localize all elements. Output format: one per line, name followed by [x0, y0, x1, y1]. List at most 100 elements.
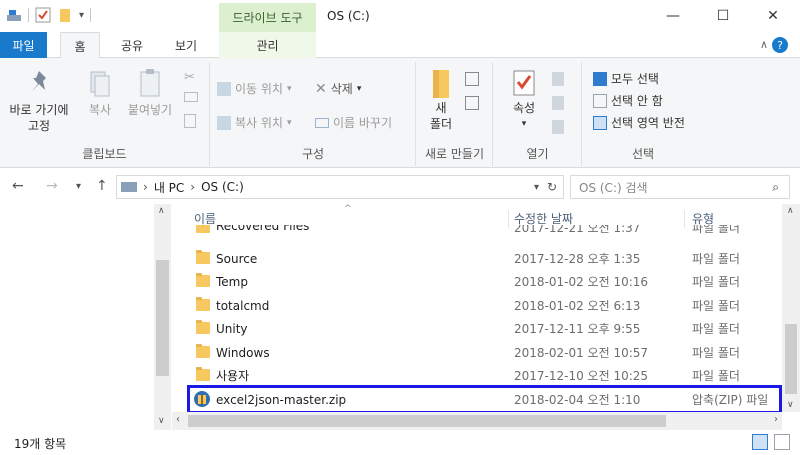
- file-name: Windows: [216, 345, 270, 360]
- paste-button[interactable]: 붙여넣기: [122, 68, 178, 118]
- search-icon[interactable]: ⌕: [772, 180, 779, 195]
- scroll-up-icon[interactable]: ∧: [787, 206, 794, 216]
- list-item[interactable]: Windows 2018-02-01 오전 10:57 파일 폴더: [184, 341, 784, 364]
- search-input[interactable]: OS (C:) 검색 ⌕: [570, 175, 790, 199]
- new-folder-icon[interactable]: [57, 7, 73, 23]
- scroll-up-icon[interactable]: ∧: [158, 206, 165, 216]
- clipboard-group: 바로 가기에 고정 복사 붙여넣기 ✂ 클립보드: [0, 62, 210, 166]
- folder-icon: [196, 250, 210, 264]
- delete-button[interactable]: ✕ 삭제 ▾: [315, 80, 361, 97]
- up-icon[interactable]: ↑: [96, 178, 108, 194]
- file-date: 2018-01-02 오전 10:16: [514, 275, 649, 289]
- divider: [90, 8, 92, 22]
- organize-group: 이동 위치 ▾ ✕ 삭제 ▾ 복사 위치 ▾ 이름 바꾸기 구성: [211, 62, 416, 166]
- window-title: OS (C:): [327, 9, 370, 23]
- scroll-left-icon[interactable]: ‹: [176, 414, 180, 425]
- tab-home[interactable]: 홈: [60, 32, 100, 59]
- tab-file[interactable]: 파일: [0, 32, 47, 58]
- list-item[interactable]: Unity 2017-12-11 오후 9:55 파일 폴더: [184, 317, 784, 340]
- ribbon-tabs: 파일 홈 공유 보기 관리 ∧ ?: [0, 32, 800, 59]
- rename-button[interactable]: 이름 바꾸기: [315, 114, 392, 131]
- move-to-icon: [217, 81, 231, 96]
- properties-button[interactable]: 속성 ▾: [504, 68, 544, 132]
- forward-icon[interactable]: →: [46, 178, 58, 194]
- divider: [28, 8, 29, 22]
- select-group: 모두 선택 선택 안 함 선택 영역 반전 선택: [583, 62, 703, 166]
- properties-check-icon[interactable]: [35, 7, 51, 23]
- new-group-label: 새로 만들기: [424, 147, 484, 161]
- address-bar[interactable]: › 내 PC › OS (C:) ▾ ↻: [116, 175, 564, 199]
- cut-icon[interactable]: ✂: [184, 70, 195, 85]
- refresh-icon[interactable]: ↻: [547, 180, 557, 194]
- back-icon[interactable]: ←: [12, 178, 24, 194]
- list-item[interactable]: Temp 2018-01-02 오전 10:16 파일 폴더: [184, 270, 784, 293]
- collapse-ribbon-icon[interactable]: ∧: [760, 38, 768, 51]
- list-item[interactable]: Source 2017-12-28 오후 1:35 파일 폴더: [184, 247, 784, 270]
- select-none-icon: [593, 93, 607, 108]
- file-type: 파일 폴더: [692, 299, 740, 313]
- copy-path-icon[interactable]: [184, 92, 198, 102]
- list-item[interactable]: 사용자 2017-12-10 오전 10:25 파일 폴더: [184, 364, 784, 387]
- move-to-button[interactable]: 이동 위치 ▾: [217, 80, 292, 97]
- list-scroll-thumb[interactable]: [785, 324, 797, 394]
- breadcrumb-separator-icon: ›: [190, 180, 196, 194]
- list-horizontal-scrollbar[interactable]: ‹ ›: [172, 412, 782, 430]
- help-icon[interactable]: ?: [772, 37, 788, 53]
- drive-icon[interactable]: [6, 7, 22, 23]
- open-icon[interactable]: [552, 72, 564, 86]
- close-button[interactable]: ✕: [750, 0, 796, 32]
- copy-to-button[interactable]: 복사 위치 ▾: [217, 114, 292, 131]
- scroll-down-icon[interactable]: ∨: [158, 416, 165, 426]
- properties-icon: [504, 68, 544, 100]
- dropdown-icon: ▾: [521, 119, 527, 129]
- nav-scrollbar[interactable]: ∧ ∨: [154, 204, 171, 430]
- file-name: Source: [216, 251, 258, 266]
- file-date: 2018-01-02 오전 6:13: [514, 299, 641, 313]
- folder-icon: [196, 273, 210, 287]
- address-dropdown-icon[interactable]: ▾: [534, 182, 539, 193]
- list-vertical-scrollbar[interactable]: ∧ ∨: [782, 204, 800, 412]
- recent-dropdown-icon[interactable]: ▾: [76, 181, 81, 192]
- paste-shortcut-icon[interactable]: [184, 114, 196, 128]
- nav-scroll-thumb[interactable]: [156, 260, 169, 376]
- details-view-icon[interactable]: [752, 434, 768, 450]
- tab-share[interactable]: 공유: [110, 32, 154, 58]
- edit-icon[interactable]: [552, 96, 564, 110]
- navigation-pane[interactable]: ∧ ∨: [0, 204, 172, 430]
- easy-access-icon[interactable]: [465, 96, 479, 110]
- breadcrumb-separator-icon: ›: [143, 180, 148, 194]
- copy-button[interactable]: 복사: [82, 68, 118, 118]
- folder-icon: [196, 297, 210, 311]
- tab-view[interactable]: 보기: [164, 32, 208, 58]
- folder-icon: [196, 225, 210, 233]
- scroll-right-icon[interactable]: ›: [774, 414, 778, 425]
- maximize-button[interactable]: ☐: [700, 0, 746, 32]
- file-date: 2017-12-21 오전 1:37: [514, 225, 641, 235]
- customize-qat-icon[interactable]: ▾: [79, 10, 84, 21]
- tab-manage[interactable]: 관리: [219, 32, 316, 58]
- file-type: 파일 폴더: [692, 275, 740, 289]
- horizontal-scroll-thumb[interactable]: [188, 415, 666, 427]
- file-date: 2017-12-28 오후 1:35: [514, 252, 641, 266]
- dropdown-icon: ▾: [286, 117, 292, 128]
- breadcrumb-pc[interactable]: 내 PC: [154, 179, 184, 196]
- invert-selection-label: 선택 영역 반전: [611, 116, 685, 130]
- file-type: 파일 폴더: [692, 322, 740, 336]
- select-none-button[interactable]: 선택 안 함: [593, 92, 663, 109]
- open-group-label: 열기: [526, 147, 549, 161]
- pin-quick-access-button[interactable]: 바로 가기에 고정: [4, 68, 74, 134]
- minimize-button[interactable]: —: [650, 0, 696, 32]
- file-type: 파일 폴더: [692, 252, 740, 266]
- history-icon[interactable]: [552, 120, 564, 134]
- select-all-button[interactable]: 모두 선택: [593, 70, 659, 87]
- scroll-down-icon[interactable]: ∨: [787, 400, 794, 410]
- breadcrumb-drive[interactable]: OS (C:): [201, 180, 244, 194]
- list-item[interactable]: totalcmd 2018-01-02 오전 6:13 파일 폴더: [184, 294, 784, 317]
- delete-label: 삭제: [330, 82, 353, 96]
- new-folder-button[interactable]: 새 폴더: [423, 68, 459, 132]
- list-item[interactable]: Recovered Files 2017-12-21 오전 1:37 파일 폴더: [184, 225, 784, 239]
- large-icons-view-icon[interactable]: [774, 434, 790, 450]
- new-item-icon[interactable]: [465, 72, 479, 86]
- search-placeholder: OS (C:) 검색: [579, 180, 648, 195]
- invert-selection-button[interactable]: 선택 영역 반전: [593, 114, 685, 131]
